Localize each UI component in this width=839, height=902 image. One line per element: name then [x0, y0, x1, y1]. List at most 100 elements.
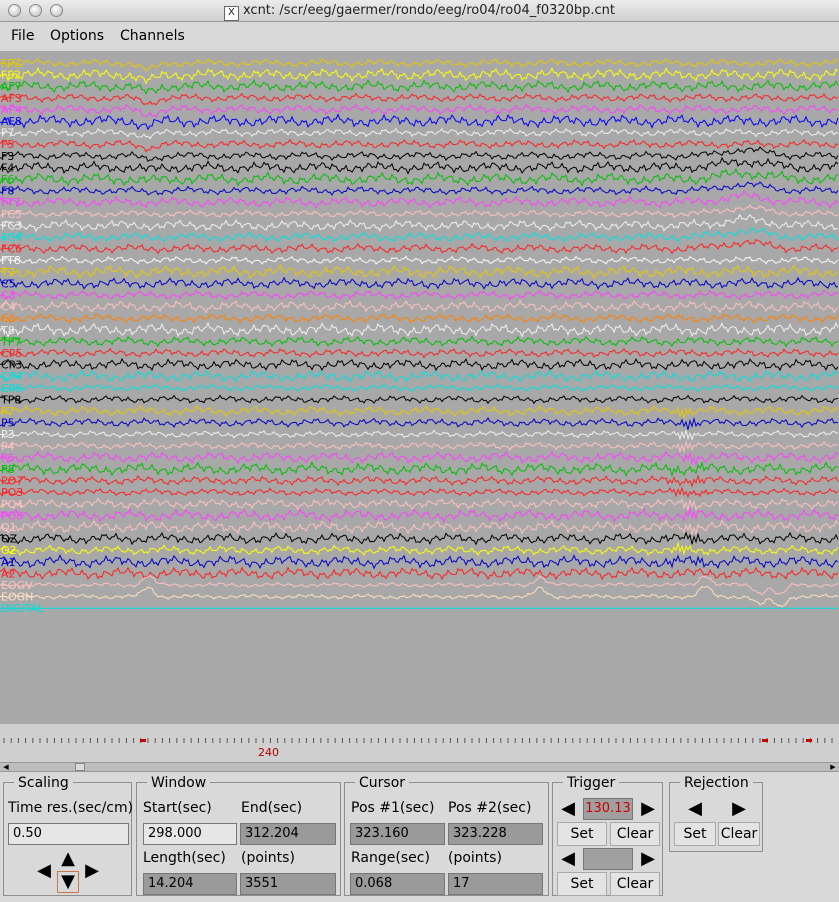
trace-fc5: [0, 204, 839, 219]
start-label: Start(sec): [143, 800, 212, 816]
scale-left-arrow-icon[interactable]: ◀: [33, 860, 55, 882]
scaling-group: Scaling Time res.(sec/cm) 0.50 ▲ ◀ ▼ ▶: [3, 775, 133, 896]
scale-up-arrow-icon[interactable]: ▲: [57, 848, 79, 870]
trace-fc4: [0, 227, 839, 244]
trigger-prev-arrow-icon[interactable]: ◀: [557, 798, 579, 820]
trace-fc3: [0, 213, 839, 233]
trigger2-input[interactable]: [583, 848, 633, 870]
trace-t8: [0, 321, 839, 338]
window-group-title: Window: [147, 775, 211, 791]
trace-oz: [0, 531, 839, 546]
trace-f3: [0, 146, 839, 163]
rejection-title: Rejection: [680, 775, 753, 791]
trigger-clear-button[interactable]: Clear: [610, 822, 660, 846]
trigger-next-arrow-icon[interactable]: ▶: [637, 798, 659, 820]
scale-right-arrow-icon[interactable]: ▶: [81, 860, 103, 882]
menu-channels[interactable]: Channels: [120, 28, 185, 44]
trace-eogv: [0, 574, 839, 596]
x11-icon: X: [223, 6, 239, 21]
trace-c6: [0, 312, 839, 325]
trace-tp7: [0, 335, 839, 348]
cursor-group-title: Cursor: [355, 775, 410, 791]
menubar: File Options Channels: [0, 23, 839, 51]
trace-cp3: [0, 357, 839, 372]
pos1-value: 323.160: [350, 823, 445, 845]
trace-ft8: [0, 255, 839, 265]
range-label: Range(sec): [351, 850, 430, 866]
scroll-left-arrow-icon[interactable]: ◀: [1, 763, 11, 771]
trace-po3: [0, 486, 839, 498]
end-value: 312.204: [240, 823, 336, 845]
range-value: 0.068: [350, 873, 445, 895]
trace-fc6: [0, 239, 839, 255]
trigger-set-button[interactable]: Set: [557, 822, 607, 846]
trace-po7: [0, 474, 839, 488]
length-label: Length(sec): [143, 850, 226, 866]
rejection-group: Rejection ◀ ▶ Set Clear: [669, 775, 763, 852]
window-title-wrap: Xxcnt: /scr/eeg/gaermer/rondo/eeg/ro04/r…: [0, 3, 839, 21]
trace-f8: [0, 181, 839, 196]
trace-p6: [0, 450, 839, 467]
scale-down-arrow-icon[interactable]: ▼: [57, 871, 79, 893]
trigger2-prev-arrow-icon[interactable]: ◀: [557, 848, 579, 870]
pos1-label: Pos #1(sec): [351, 800, 435, 816]
trace-af4: [0, 103, 839, 119]
pos2-value: 323.228: [448, 823, 543, 845]
trigger2-set-button[interactable]: Set: [557, 872, 607, 896]
trigger2-clear-button[interactable]: Clear: [610, 872, 660, 896]
trace-ft7: [0, 190, 839, 210]
rejection-clear-button[interactable]: Clear: [718, 822, 760, 846]
trace-fpz: [0, 57, 839, 72]
trigger2-next-arrow-icon[interactable]: ▶: [637, 848, 659, 870]
menu-options[interactable]: Options: [50, 28, 104, 44]
horizontal-scrollbar[interactable]: ◀ ▶: [0, 762, 839, 772]
time-ruler: 240: [0, 724, 839, 762]
window-title: xcnt: /scr/eeg/gaermer/rondo/eeg/ro04/ro…: [242, 3, 616, 18]
trace-a2: [0, 566, 839, 581]
trace-cp5: [0, 347, 839, 359]
start-input[interactable]: 298.000: [143, 823, 237, 845]
scaling-title: Scaling: [14, 775, 73, 791]
channel-label-digital: DIGITAL: [1, 602, 45, 615]
pos2-label: Pos #2(sec): [448, 800, 532, 816]
window-titlebar: Xxcnt: /scr/eeg/gaermer/rondo/eeg/ro04/r…: [0, 0, 839, 22]
trace-af3: [0, 92, 839, 106]
trace-t7: [0, 263, 839, 280]
trace-c4: [0, 299, 839, 314]
scroll-thumb[interactable]: [75, 763, 85, 771]
trace-po8: [0, 507, 839, 523]
points-value: 3551: [240, 873, 336, 895]
trace-f7: [0, 127, 839, 140]
trace-p5: [0, 416, 839, 430]
points-label: (points): [241, 850, 295, 866]
trace-af7: [0, 79, 839, 95]
trace-p4: [0, 439, 839, 454]
trace-o1: [0, 519, 839, 536]
cursor-points-value: 17: [448, 873, 543, 895]
trigger-title: Trigger: [563, 775, 620, 791]
scroll-right-arrow-icon[interactable]: ▶: [828, 763, 838, 771]
trigger-marker: [762, 739, 768, 742]
menu-file[interactable]: File: [11, 28, 34, 44]
rejection-set-button[interactable]: Set: [674, 822, 716, 846]
trace-po4: [0, 497, 839, 511]
trace-cp4: [0, 369, 839, 384]
ruler-ticks: [3, 738, 833, 743]
window-group: Window Start(sec) End(sec) 298.000 312.2…: [136, 775, 341, 896]
eeg-plot[interactable]: FPZ FP2 AF7 AF3 AF4 AF8 F7 F5 F3 F4 F6 F8 FT7 FC5 FC3 F…: [0, 51, 839, 724]
trace-o2: [0, 541, 839, 556]
trace-f6: [0, 167, 839, 187]
trigger-marker: [806, 739, 812, 742]
end-label: End(sec): [241, 800, 303, 816]
trace-c5: [0, 276, 839, 291]
ruler-label: 240: [258, 746, 279, 759]
rejection-prev-arrow-icon[interactable]: ◀: [684, 798, 706, 820]
trigger-value[interactable]: 130.13: [583, 798, 633, 820]
time-res-input[interactable]: 0.50: [8, 823, 129, 845]
rejection-next-arrow-icon[interactable]: ▶: [728, 798, 750, 820]
trace-f4: [0, 156, 839, 175]
trace-c3: [0, 289, 839, 301]
trace-p3: [0, 429, 839, 441]
trace-eogh: [0, 585, 839, 608]
eeg-traces: FPZFP2AF7AF3AF4AF8F7F5F3F4F6F8FT7FC5FC3F…: [0, 57, 839, 615]
